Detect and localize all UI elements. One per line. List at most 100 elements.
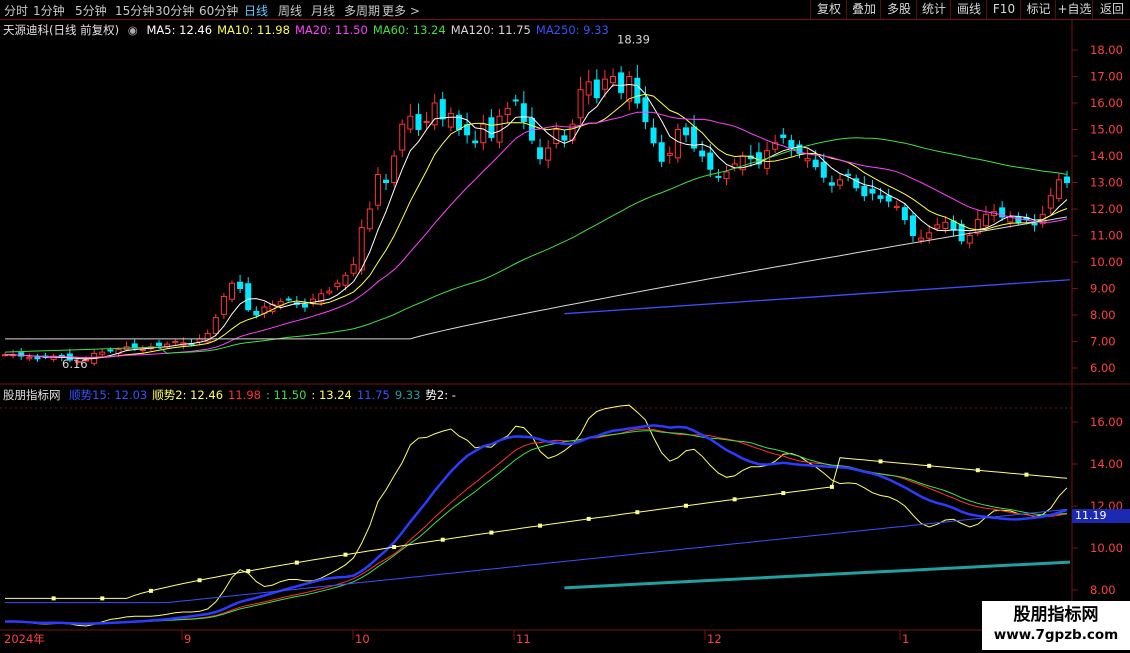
kline-chart[interactable]: 18.00 17.00 16.00 15.00 14.00 13.00 12.00 11.00…	[0, 20, 1130, 650]
main-legend: 天源迪科(日线 前复权) ◉ MA5: 12.46 MA10: 11.98 MA20…	[3, 22, 619, 38]
main-legend-item-2: MA20: 11.50	[294, 23, 368, 37]
main-legend-item-0: MA5: 12.46	[146, 23, 213, 37]
month-label-3: 12	[707, 632, 722, 646]
sub-legend-item-1: 顺势2: 12.46	[152, 388, 224, 402]
low-annotation: 6.16	[62, 357, 88, 371]
watermark-title: 股朋指标网	[1013, 605, 1099, 625]
period-tab-3[interactable]: 15分钟	[115, 2, 154, 19]
month-label-4: 1	[902, 632, 909, 646]
candle-body-73	[593, 79, 600, 99]
period-tab-0[interactable]: 分时	[4, 2, 28, 19]
period-tab-10[interactable]: 更多 >	[382, 2, 420, 19]
period-tab-1[interactable]: 1分钟	[33, 2, 65, 19]
month-label-2: 11	[516, 632, 531, 646]
candle-body-43	[350, 264, 357, 274]
trend-dot-6	[51, 596, 56, 601]
candle-body-37	[301, 303, 308, 308]
price-tick-label-4: 14.00	[1090, 149, 1123, 163]
candle-body-113	[918, 237, 925, 241]
candle-body-4	[34, 356, 41, 360]
main-legend-item-5: MA250: 9.33	[535, 23, 609, 37]
month-label-0: 9	[184, 632, 191, 646]
period-tab-2[interactable]: 5分钟	[75, 2, 107, 19]
candle-body-42	[342, 274, 349, 286]
candle-body-101	[820, 161, 827, 178]
sub-line-teal	[564, 560, 1071, 590]
toolbar-button-2[interactable]: 多股	[880, 0, 917, 19]
toolbar-button-0[interactable]: 复权	[810, 0, 847, 19]
candle-body-84	[682, 127, 689, 136]
trend-dot-60	[489, 530, 494, 535]
sub-tick-label-0: 16.00	[1090, 415, 1123, 429]
candle-body-121	[982, 213, 989, 227]
trend-dot-54	[440, 537, 445, 542]
year-label: 2024年	[4, 632, 45, 646]
stock-title: 天源迪科(日线 前复权)	[3, 23, 120, 37]
candle-body-116	[942, 221, 949, 230]
ma60-line	[4, 137, 1068, 354]
candle-body-81	[658, 142, 665, 162]
legend-toggle-icon[interactable]: ◉	[128, 23, 138, 37]
period-tab-6[interactable]: 日线	[244, 2, 268, 19]
candle-body-35	[285, 298, 292, 301]
trend-dot-12	[100, 596, 105, 601]
candle-body-48	[391, 155, 398, 183]
trend-dot-102	[829, 484, 834, 489]
candle-body-49	[399, 123, 406, 151]
candle-body-47	[383, 179, 390, 183]
trend-dot-84	[683, 503, 688, 508]
period-tab-4[interactable]: 30分钟	[155, 2, 194, 19]
trend-dot-48	[392, 545, 397, 550]
candle-body-76	[618, 72, 625, 93]
main-legend-item-1: MA10: 11.98	[217, 23, 290, 37]
candle-body-13	[107, 349, 114, 352]
price-tick-label-5: 13.00	[1090, 176, 1123, 190]
candle-body-88	[715, 175, 722, 178]
candle-body-127	[1031, 222, 1038, 226]
sub-legend: 股朋指标网 顺势15: 12.03 顺势2: 12.46 11.98: 11.50:…	[3, 387, 466, 403]
candle-body-12	[99, 351, 106, 355]
candle-body-59	[480, 123, 487, 144]
main-legend-item-4: MA120: 11.75	[450, 23, 531, 37]
candle-body-30	[245, 283, 252, 311]
sub-legend-item-5: 11.75	[356, 388, 390, 402]
candle-body-71	[577, 89, 584, 119]
candle-body-66	[537, 147, 544, 160]
watermark-url: www.7gpzb.com	[993, 627, 1119, 643]
period-tab-5[interactable]: 60分钟	[199, 2, 238, 19]
candle-body-125	[1015, 216, 1022, 223]
candle-body-114	[926, 232, 933, 239]
toolbar-button-6[interactable]: 标记	[1020, 0, 1056, 19]
sub-legend-item-0: 顺势15: 12.03	[69, 388, 148, 402]
period-tab-8[interactable]: 月线	[311, 2, 335, 19]
toolbar-button-1[interactable]: 叠加	[846, 0, 881, 19]
period-tab-7[interactable]: 周线	[278, 2, 302, 19]
candle-body-29	[237, 281, 244, 289]
ma10-line	[5, 93, 1068, 359]
candle-body-102	[828, 182, 835, 186]
toolbar-button-3[interactable]: 统计	[916, 0, 951, 19]
price-tick-label-2: 16.00	[1090, 96, 1123, 110]
trend-dot-42	[343, 552, 348, 557]
toolbar-button-7[interactable]: +自选	[1055, 0, 1093, 19]
toolbar-button-8[interactable]: 返回	[1092, 0, 1130, 19]
candle-body-110	[893, 205, 900, 209]
sub-line-ma	[5, 508, 1068, 604]
ma20-line	[5, 111, 1068, 359]
last-value-tag: 11.19	[1072, 509, 1130, 523]
main-legend-item-3: MA60: 13.24	[372, 23, 446, 37]
price-tick-label-8: 10.00	[1090, 255, 1123, 269]
price-tick-label-12: 6.00	[1090, 361, 1116, 375]
price-tick-label-10: 8.00	[1090, 308, 1116, 322]
candle-body-130	[1055, 179, 1062, 199]
period-tab-9[interactable]: 多周期	[344, 2, 380, 19]
candle-body-74	[601, 78, 608, 90]
ma5-line	[5, 83, 1068, 360]
candle-body-67	[545, 147, 552, 161]
toolbar-button-4[interactable]: 画线	[950, 0, 987, 19]
trend-dot-114	[927, 463, 932, 468]
toolbar-button-5[interactable]: F10	[986, 0, 1021, 19]
sub-tick-label-1: 14.00	[1090, 457, 1123, 471]
candle-body-19	[156, 342, 163, 346]
chart-canvas: 18.0017.0016.0015.0014.0013.0012.0011.00…	[0, 20, 1130, 650]
